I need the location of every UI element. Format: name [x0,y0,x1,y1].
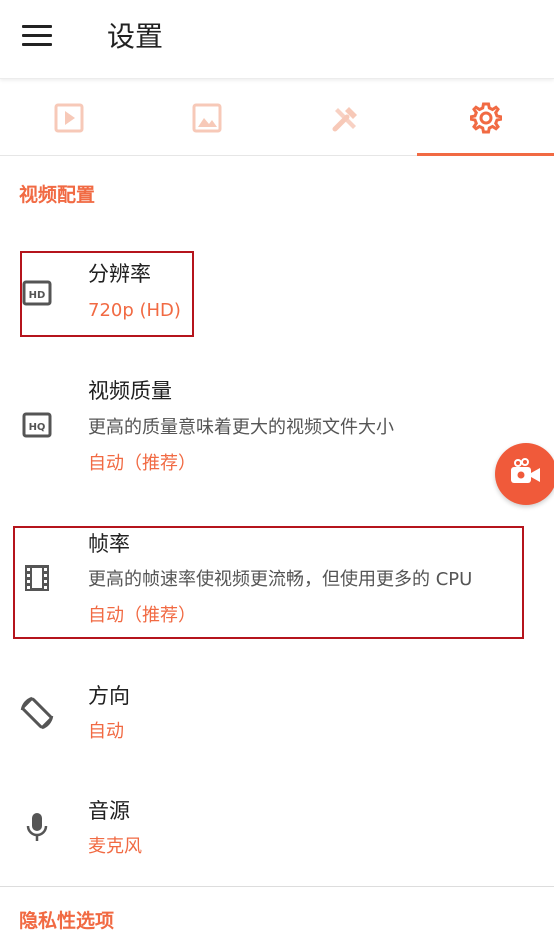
floating-record-button[interactable] [495,443,554,505]
hd-icon: HD [22,280,52,306]
tab-video[interactable] [0,80,138,155]
setting-value: 自动（推荐） [88,605,196,626]
svg-text:HD: HD [29,290,46,301]
section-header-privacy: 隐私性选项 [19,910,115,932]
setting-audio-source[interactable]: 音源 麦克风 [0,794,554,874]
image-icon [192,103,222,132]
gear-icon [469,102,502,133]
setting-frame-rate[interactable]: 帧率 更高的帧速率使视频更流畅，但使用更多的 CPU 自动（推荐） [0,525,554,637]
setting-description: 更高的帧速率使视频更流畅，但使用更多的 CPU [88,569,473,590]
video-icon [54,103,84,132]
setting-value: 自动 [88,721,124,742]
microphone-icon [26,813,48,841]
setting-value: 自动（推荐） [88,453,196,474]
setting-title: 视频质量 [88,379,172,403]
tab-tools[interactable] [277,80,415,155]
setting-video-quality[interactable]: HQ 视频质量 更高的质量意味着更大的视频文件大小 自动（推荐） [0,370,554,480]
page-title: 设置 [107,20,164,53]
screen-rotation-icon [20,696,54,730]
setting-description: 更高的质量意味着更大的视频文件大小 [88,417,394,438]
setting-value: 720p (HD) [88,300,181,321]
film-icon [25,565,49,591]
setting-value: 麦克风 [88,836,142,857]
tab-indicator [417,153,554,156]
section-header-video-config: 视频配置 [19,184,96,206]
tab-image[interactable] [138,80,276,155]
setting-resolution[interactable]: HD 分辨率 720p (HD) [0,250,554,338]
tools-icon [332,106,357,131]
setting-title: 帧率 [88,532,130,556]
app-bar: 设置 [0,0,554,79]
setting-title: 分辨率 [88,262,151,286]
setting-title: 方向 [88,684,130,708]
tab-settings[interactable] [417,80,554,155]
menu-icon[interactable] [22,25,52,47]
video-camera-icon [511,458,540,483]
svg-text:HQ: HQ [29,422,46,433]
setting-title: 音源 [88,799,130,823]
hq-icon: HQ [22,412,52,438]
tab-bar [0,80,554,156]
section-divider [0,886,554,887]
setting-orientation[interactable]: 方向 自动 [0,678,554,758]
